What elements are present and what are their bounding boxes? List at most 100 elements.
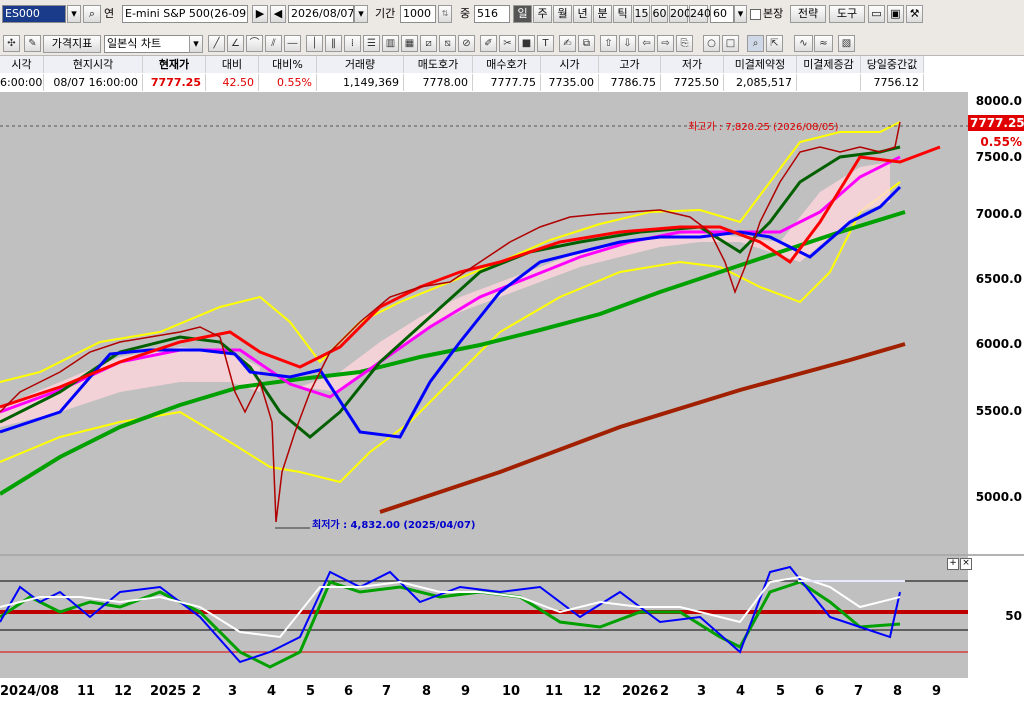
color-tool-icon[interactable]: ■	[518, 35, 535, 52]
price-tick: 5500.0	[975, 404, 1022, 418]
expand-icon[interactable]: +	[947, 558, 959, 570]
date-label: 2025	[150, 684, 187, 699]
arc-tool-icon[interactable]: ⌒	[246, 35, 263, 52]
note-tool-icon[interactable]: ✍	[559, 35, 576, 52]
date-label: 2	[660, 684, 670, 699]
quote-header: 매수호가	[473, 56, 541, 73]
quote-value: 7756.12	[861, 74, 924, 91]
tf-week[interactable]: 주	[533, 5, 552, 23]
grid-tool-icon[interactable]: ‖	[325, 35, 342, 52]
overlap-checkbox[interactable]: 본장	[750, 6, 783, 22]
pencil-tool-icon[interactable]: ✐	[480, 35, 497, 52]
table-tool-icon[interactable]: ☰	[363, 35, 380, 52]
count-input[interactable]: 516	[474, 5, 510, 23]
chart-area[interactable]: 8000.0 7500.0 7000.0 6500.0 6000.0 5500.…	[0, 92, 1024, 710]
quote-header: 대비	[206, 56, 259, 73]
strategy-button[interactable]: 전략	[790, 5, 826, 23]
date-label: 6	[815, 684, 825, 699]
quote-header: 현지시각	[44, 56, 143, 73]
price-tick: 6500.0	[975, 272, 1022, 286]
vline-tool-icon[interactable]: │	[306, 35, 323, 52]
period-spin-icon[interactable]: ⇅	[438, 5, 452, 23]
interval-input[interactable]: 60	[710, 5, 734, 23]
checkbox-icon	[750, 8, 761, 20]
period-input[interactable]: 1000	[400, 5, 436, 23]
tf-200[interactable]: 200	[669, 5, 691, 23]
arrow-down-icon[interactable]: ⇩	[619, 35, 636, 52]
prev-icon[interactable]: ◀	[270, 5, 286, 23]
wave2-tool-icon[interactable]: ≈	[814, 35, 833, 52]
search-icon[interactable]: ⌕	[83, 5, 101, 23]
eraser-tool-icon[interactable]: ✂	[499, 35, 516, 52]
hline-tool-icon[interactable]: ―	[284, 35, 301, 52]
main-toolbar: ES000 ▾ ⌕ 연 E-mini S&P 500(26-09, ▶ ◀ 20…	[0, 0, 1024, 34]
channel-tool-icon[interactable]: ⫽	[265, 35, 282, 52]
date-label: 3	[697, 684, 707, 699]
arrow-left-icon[interactable]: ⇦	[638, 35, 655, 52]
quote-header: 시가	[541, 56, 599, 73]
quote-header: 대비%	[259, 56, 317, 73]
rect-tool-icon[interactable]: □	[722, 35, 739, 52]
folder-icon[interactable]: ▭	[868, 5, 885, 23]
circle-tool-icon[interactable]: ○	[703, 35, 720, 52]
next-icon[interactable]: ▶	[252, 5, 268, 23]
tf-240[interactable]: 240	[689, 5, 711, 23]
quote-grid: 시각 현지시각 현재가 대비 대비% 거래량 매도호가 매수호가 시가 고가 저…	[0, 56, 1024, 93]
settings-icon[interactable]: ⚒	[906, 5, 923, 23]
quote-value: 7777.75	[473, 74, 541, 91]
edit-icon[interactable]: ✎	[24, 35, 41, 52]
chart-type-dropdown-icon[interactable]: ▾	[189, 35, 203, 53]
quote-value: 7735.00	[541, 74, 599, 91]
tf-day[interactable]: 일	[513, 5, 532, 23]
zoom-icon[interactable]: ⌕	[747, 35, 764, 52]
fib-tool-icon[interactable]: ⁞	[344, 35, 361, 52]
period-label: 기간	[375, 7, 396, 20]
tf-minute[interactable]: 분	[593, 5, 612, 23]
oscillator-panel-bg	[0, 556, 968, 678]
select-tool-icon[interactable]: ⇱	[766, 35, 783, 52]
quote-value: 1,149,369	[317, 74, 404, 91]
date-label: 11	[545, 684, 564, 699]
price-tick: 5000.0	[975, 490, 1022, 504]
interval-dropdown-icon[interactable]: ▾	[734, 5, 747, 23]
gann-tool-icon[interactable]: ▦	[401, 35, 418, 52]
date-label: 8	[893, 684, 903, 699]
tf-year[interactable]: 년	[573, 5, 592, 23]
crosshair-icon[interactable]: ✣	[3, 35, 20, 52]
text-tool-icon[interactable]: T	[537, 35, 554, 52]
date-label: 12	[114, 684, 133, 699]
angle-tool-icon[interactable]: ∠	[227, 35, 244, 52]
price-tick: 6000.0	[975, 337, 1022, 351]
line-tool-icon[interactable]: ╱	[208, 35, 225, 52]
close-icon[interactable]: ×	[960, 558, 972, 570]
quote-header: 미결제약정	[724, 56, 797, 73]
image-tool-icon[interactable]: ▧	[838, 35, 855, 52]
tf-month[interactable]: 월	[553, 5, 572, 23]
indicator-button[interactable]: 가격지표	[43, 35, 101, 53]
low-annotation: 최저가 : 4,832.00 (2025/04/07)	[312, 520, 476, 531]
copy-tool-icon[interactable]: ⧉	[578, 35, 595, 52]
date-input[interactable]: 2026/08/07	[288, 5, 354, 23]
tf-15[interactable]: 15	[633, 5, 650, 23]
quote-value	[797, 74, 861, 91]
pitch-tool-icon[interactable]: ⧅	[439, 35, 456, 52]
code-dropdown-icon[interactable]: ▾	[67, 5, 81, 23]
cycle-tool-icon[interactable]: ⊘	[458, 35, 475, 52]
tf-tick[interactable]: 틱	[613, 5, 632, 23]
save-icon[interactable]: ▣	[887, 5, 904, 23]
chart-svg[interactable]	[0, 92, 1024, 710]
date-label: 2	[192, 684, 202, 699]
page-icon[interactable]: ⎘	[676, 35, 693, 52]
arrow-up-icon[interactable]: ⇧	[600, 35, 617, 52]
tf-60[interactable]: 60	[651, 5, 668, 23]
chart-type-select[interactable]: 일본식 차트	[104, 35, 190, 53]
wave-tool-icon[interactable]: ∿	[794, 35, 813, 52]
bars-tool-icon[interactable]: ▥	[382, 35, 399, 52]
arrow-right-icon[interactable]: ⇨	[657, 35, 674, 52]
date-label: 10	[502, 684, 521, 699]
price-tick: 7000.0	[975, 207, 1022, 221]
tools-button[interactable]: 도구	[829, 5, 865, 23]
fan-tool-icon[interactable]: ⧄	[420, 35, 437, 52]
code-input[interactable]: ES000	[2, 5, 66, 23]
calendar-dropdown-icon[interactable]: ▾	[354, 5, 368, 23]
